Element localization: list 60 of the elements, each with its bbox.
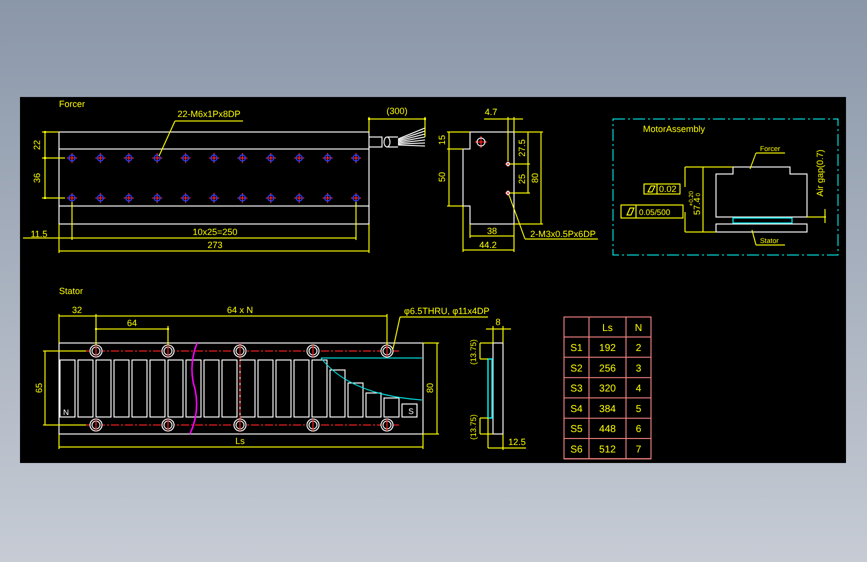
table-cell: S1: [570, 343, 583, 354]
dimension-label: (13.75): [469, 339, 478, 365]
table-cell: 3: [636, 363, 642, 374]
dimension-label: 8: [496, 317, 500, 327]
table-cell: S4: [570, 404, 583, 415]
table-cell: 448: [599, 424, 616, 436]
parallelism-frame: [620, 204, 684, 218]
column-header: Ls: [602, 323, 613, 334]
dimension-label: 64 x N: [227, 305, 253, 315]
dimension-label: (13.75): [469, 414, 478, 440]
hole-note: 2-M3x0.5Px6DP: [530, 229, 596, 239]
dimension-label: 12.5: [508, 437, 526, 447]
dimension-label: 36: [32, 173, 42, 183]
view-title: MotorAssembly: [643, 124, 706, 134]
dimension-label: 32: [72, 305, 82, 315]
tolerance-value: 0.05/500: [639, 208, 670, 217]
dimension-label: 80: [530, 173, 540, 183]
dimension-label: 11.5: [30, 229, 48, 239]
parallelogram-icon: [626, 208, 635, 216]
dimension-label: 64: [127, 318, 137, 328]
dimension-label: 22: [32, 140, 42, 150]
table-cell: 512: [599, 444, 616, 456]
table-cell: 6: [636, 424, 642, 436]
table-cell: 384: [599, 404, 616, 415]
flatness-symbol-icon: [647, 186, 656, 192]
tolerance-value: 0.02: [659, 184, 677, 194]
table-cell: S5: [570, 424, 583, 436]
dimension-label: 273: [207, 240, 223, 250]
dimension-label: 65: [34, 383, 44, 393]
dimension-label: 38: [487, 226, 497, 236]
dimension-label: 57.4: [692, 197, 702, 215]
pole-label: N: [63, 408, 69, 417]
dimension-label: Ls: [235, 436, 245, 446]
hole-note: 22-M6x1Px8DP: [177, 109, 241, 119]
dimension-label: 15: [437, 135, 447, 145]
table-cell: 7: [636, 444, 642, 456]
dimension-label: 44.2: [479, 240, 497, 250]
table-cell: S6: [570, 444, 583, 456]
column-header: N: [634, 323, 642, 334]
flatness-frame: [644, 184, 680, 194]
dimension-label: (300): [386, 106, 408, 116]
table-cell: 192: [599, 343, 616, 354]
table-cell: S2: [570, 363, 583, 374]
table-cell: 320: [599, 384, 616, 395]
dimension-label: 25: [517, 174, 527, 184]
air-gap-label: Air gap(0.7): [815, 149, 825, 197]
dimension-label: 50: [437, 172, 447, 182]
table-cell: 256: [599, 363, 616, 374]
dimension-label: 10x25=250: [192, 227, 238, 237]
table-cell: S3: [570, 384, 583, 395]
dimension-label: 27.5: [517, 139, 527, 157]
view-title: Stator: [59, 286, 84, 296]
view-title: Forcer: [59, 99, 86, 109]
dimension-label: 4.7: [484, 107, 498, 117]
hole-note: φ6.5THRU, φ11x4DP: [404, 306, 490, 316]
table-cell: 2: [636, 343, 642, 354]
table-cell: 5: [636, 404, 642, 415]
dimension-label: 80: [425, 383, 435, 393]
pole-label: S: [408, 407, 414, 416]
table-cell: 4: [636, 384, 642, 395]
